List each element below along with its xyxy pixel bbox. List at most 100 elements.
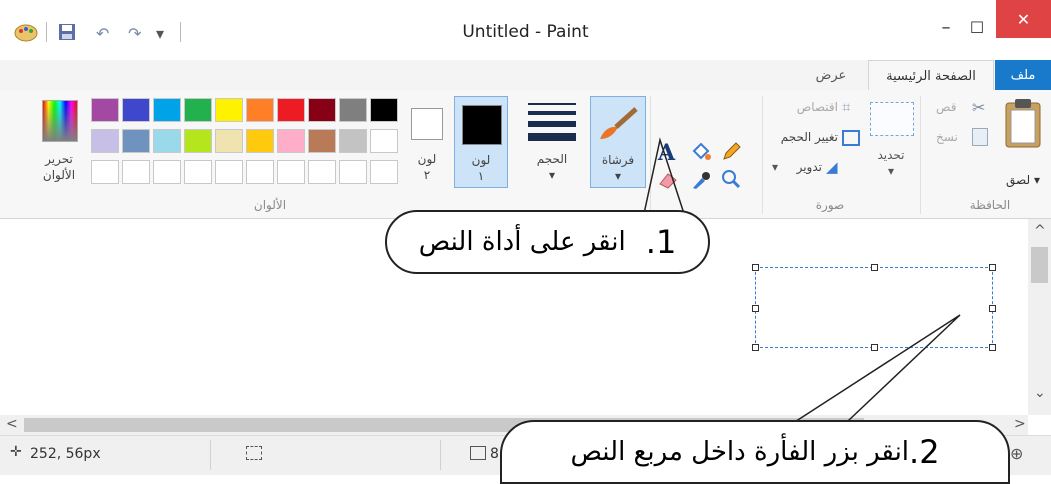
maximize-button[interactable]: ☐ (956, 0, 998, 54)
color-swatch[interactable] (184, 129, 212, 153)
select-dropdown-icon: ▾ (887, 164, 895, 178)
resize-handle[interactable] (989, 264, 996, 271)
color-swatch[interactable] (339, 98, 367, 122)
vertical-scrollbar[interactable]: ^ ⌄ (1028, 219, 1051, 415)
cursor-position: 252, 56px (30, 446, 101, 462)
close-button[interactable]: ✕ (996, 0, 1051, 38)
color-swatch[interactable] (91, 160, 119, 184)
text-tool-button[interactable]: A (658, 140, 682, 166)
color-swatch[interactable] (184, 98, 212, 122)
group-separator (762, 96, 763, 214)
crop-label: اقتصاص (796, 100, 838, 114)
resize-handle[interactable] (752, 344, 759, 351)
color-swatch[interactable] (246, 160, 274, 184)
resize-label: تغيير الحجم (780, 130, 838, 144)
color-swatch[interactable] (308, 160, 336, 184)
brushes-label: فرشاة (601, 153, 635, 167)
copy-button[interactable]: نسخ (930, 128, 992, 148)
color-swatch[interactable] (308, 129, 336, 153)
color-swatch[interactable] (370, 129, 398, 153)
size-button[interactable]: الحجم ▾ (522, 96, 582, 188)
color2-button[interactable]: لون ٢ (404, 96, 450, 188)
paste-icon (1005, 99, 1041, 148)
callout-step1-text: انقر على أداة النص (418, 227, 626, 257)
brushes-button[interactable]: فرشاة ▾ (590, 96, 646, 188)
color-swatch[interactable] (215, 129, 243, 153)
color-picker-icon[interactable] (690, 170, 712, 190)
color2-swatch (411, 108, 443, 140)
tab-file-label: ملف (1010, 68, 1036, 83)
scroll-down-arrow-icon[interactable]: ⌄ (1034, 385, 1046, 401)
color-swatch[interactable] (370, 160, 398, 184)
color-swatch[interactable] (122, 98, 150, 122)
color-swatch[interactable] (308, 98, 336, 122)
color-swatch[interactable] (277, 98, 305, 122)
zoom-in-icon[interactable]: ⊕ (1010, 444, 1023, 463)
resize-handle[interactable] (752, 264, 759, 271)
color-swatch[interactable] (153, 129, 181, 153)
color-swatch[interactable] (215, 160, 243, 184)
tab-home[interactable]: الصفحة الرئيسية (868, 60, 994, 92)
resize-handle[interactable] (871, 344, 878, 351)
callout-step1-number: 1. (645, 223, 677, 261)
fill-tool-icon[interactable] (690, 141, 712, 163)
size-label: الحجم (536, 152, 568, 166)
cut-button[interactable]: قص ✂ (930, 98, 992, 118)
color-swatch[interactable] (246, 98, 274, 122)
selection-size-icon (246, 446, 262, 460)
color-swatch[interactable] (339, 129, 367, 153)
color-swatch[interactable] (122, 129, 150, 153)
clipboard-group-label: الحافظة (969, 198, 1011, 212)
paste-button[interactable]: لصق ▾ (1000, 95, 1046, 195)
crop-button[interactable]: اقتصاص ⌗ (770, 98, 862, 118)
color1-button[interactable]: لون ١ (454, 96, 508, 188)
crop-icon: ⌗ (842, 98, 851, 116)
color-swatch[interactable] (215, 98, 243, 122)
status-separator (440, 440, 441, 470)
color2-label: لون (417, 152, 437, 166)
select-button[interactable]: تحديد ▾ (866, 96, 916, 186)
edit-colors-button[interactable]: تحرير الألوان (36, 96, 82, 188)
pencil-tool-icon[interactable] (720, 141, 742, 163)
copy-icon (972, 128, 988, 146)
color1-number: ١ (477, 169, 485, 183)
text-box-selection[interactable] (752, 264, 996, 351)
size-icon (528, 100, 576, 144)
resize-button[interactable]: تغيير الحجم (766, 128, 862, 148)
resize-handle[interactable] (989, 344, 996, 351)
image-size: 8 (490, 446, 499, 462)
color-swatch[interactable] (153, 98, 181, 122)
status-separator (210, 440, 211, 470)
color-swatch[interactable] (184, 160, 212, 184)
color-swatch[interactable] (246, 129, 274, 153)
size-dropdown-icon: ▾ (548, 168, 556, 182)
color-swatch[interactable] (91, 98, 119, 122)
tab-view[interactable]: عرض (796, 60, 866, 91)
color-swatch[interactable] (91, 129, 119, 153)
vertical-scroll-thumb[interactable] (1031, 247, 1048, 283)
group-separator (920, 96, 921, 214)
cursor-position-icon: ✛ (10, 444, 22, 460)
color-swatch[interactable] (153, 160, 181, 184)
color-swatch[interactable] (122, 160, 150, 184)
color-swatch[interactable] (370, 98, 398, 122)
callout-step2-number: 2. (909, 433, 940, 471)
resize-handle[interactable] (871, 264, 878, 271)
magnifier-icon[interactable] (720, 168, 742, 190)
resize-handle[interactable] (752, 305, 759, 312)
scroll-right-arrow-icon[interactable]: > (1014, 416, 1026, 432)
callout-step2: 2. انقر بزر الفأرة داخل مربع النص (500, 420, 1010, 484)
scissors-icon: ✂ (972, 98, 986, 117)
color-swatch[interactable] (339, 160, 367, 184)
color-swatch[interactable] (277, 160, 305, 184)
edit-colors-icon (42, 100, 78, 142)
rotate-button[interactable]: ▾ تدوير ◢ (770, 158, 862, 178)
scroll-left-arrow-icon[interactable]: < (6, 416, 18, 432)
scroll-up-arrow-icon[interactable]: ^ (1034, 223, 1046, 239)
color-swatch[interactable] (277, 129, 305, 153)
colors-group-label: الألوان (253, 198, 287, 212)
eraser-tool-icon[interactable] (656, 170, 680, 190)
text-tool-icon: A (658, 140, 676, 166)
tab-file[interactable]: ملف (995, 60, 1051, 91)
resize-handle[interactable] (989, 305, 996, 312)
